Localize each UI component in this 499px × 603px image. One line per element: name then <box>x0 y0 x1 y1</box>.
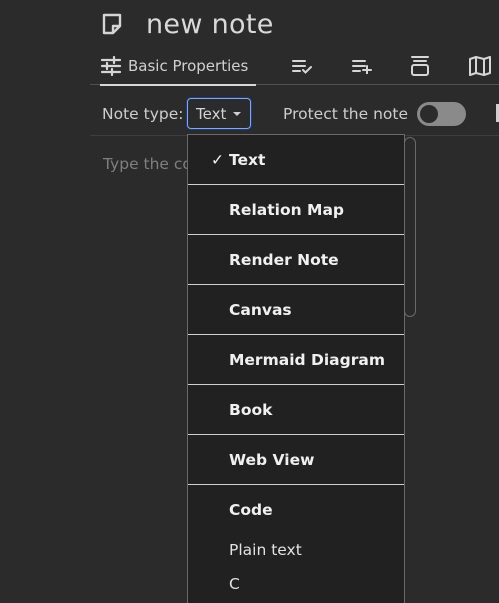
dropdown-item-label: Relation Map <box>229 200 345 219</box>
protect-note-label: Protect the note <box>283 105 409 123</box>
dropdown-item-text[interactable]: ✓ Text <box>188 135 404 185</box>
basic-properties-row: Note type: Text Protect the note <box>90 95 499 136</box>
editor-placeholder[interactable]: Type the co <box>103 155 192 173</box>
checkmark-icon: ✓ <box>211 150 224 169</box>
protect-note-toggle[interactable] <box>417 102 466 126</box>
dropdown-item-plain-text[interactable]: Plain text <box>188 533 404 567</box>
left-panel-edge <box>0 0 90 603</box>
map-icon <box>469 56 491 76</box>
dropdown-item-label: Text <box>229 150 266 169</box>
note-type-label: Note type: <box>102 105 184 123</box>
ribbon-tabs: Basic Properties <box>90 48 499 86</box>
note-type-select[interactable]: Text <box>187 98 251 129</box>
dropdown-scrollbar[interactable] <box>404 137 416 317</box>
dropdown-item-canvas[interactable]: Canvas <box>188 285 404 335</box>
dropdown-item-mermaid-diagram[interactable]: Mermaid Diagram <box>188 335 404 385</box>
caret-down-icon <box>233 112 241 116</box>
tab-basic-properties[interactable]: Basic Properties <box>100 48 256 86</box>
note-type-dropdown: ✓ Text Relation Map Render Note Canvas M… <box>187 134 405 603</box>
list-plus-icon <box>352 58 372 74</box>
note-icon <box>100 12 124 36</box>
dropdown-item-label: Render Note <box>229 250 339 269</box>
stack-icon <box>410 55 430 77</box>
dropdown-group-code: Code <box>229 501 273 519</box>
toggle-knob <box>420 105 438 123</box>
dropdown-item-web-view[interactable]: Web View <box>188 435 404 485</box>
tab-basic-properties-label: Basic Properties <box>128 57 249 75</box>
list-check-icon <box>292 58 312 74</box>
dropdown-item-label: Canvas <box>229 300 292 319</box>
dropdown-item-relation-map[interactable]: Relation Map <box>188 185 404 235</box>
note-type-value: Text <box>196 105 227 123</box>
dropdown-item-label: Mermaid Diagram <box>229 350 385 369</box>
dropdown-item-book[interactable]: Book <box>188 385 404 435</box>
dropdown-item-render-note[interactable]: Render Note <box>188 235 404 285</box>
dropdown-item-c[interactable]: C <box>188 567 404 601</box>
tab-note-info[interactable] <box>292 48 314 84</box>
dropdown-item-label: Web View <box>229 450 315 469</box>
note-title[interactable]: new note <box>146 9 274 40</box>
note-title-row: new note <box>100 5 274 43</box>
tab-similar-notes[interactable] <box>410 48 432 84</box>
tab-note-map[interactable] <box>469 48 491 84</box>
dropdown-item-label: Book <box>229 400 273 419</box>
tab-promoted-attributes[interactable] <box>352 48 374 84</box>
sliders-icon <box>100 56 122 76</box>
